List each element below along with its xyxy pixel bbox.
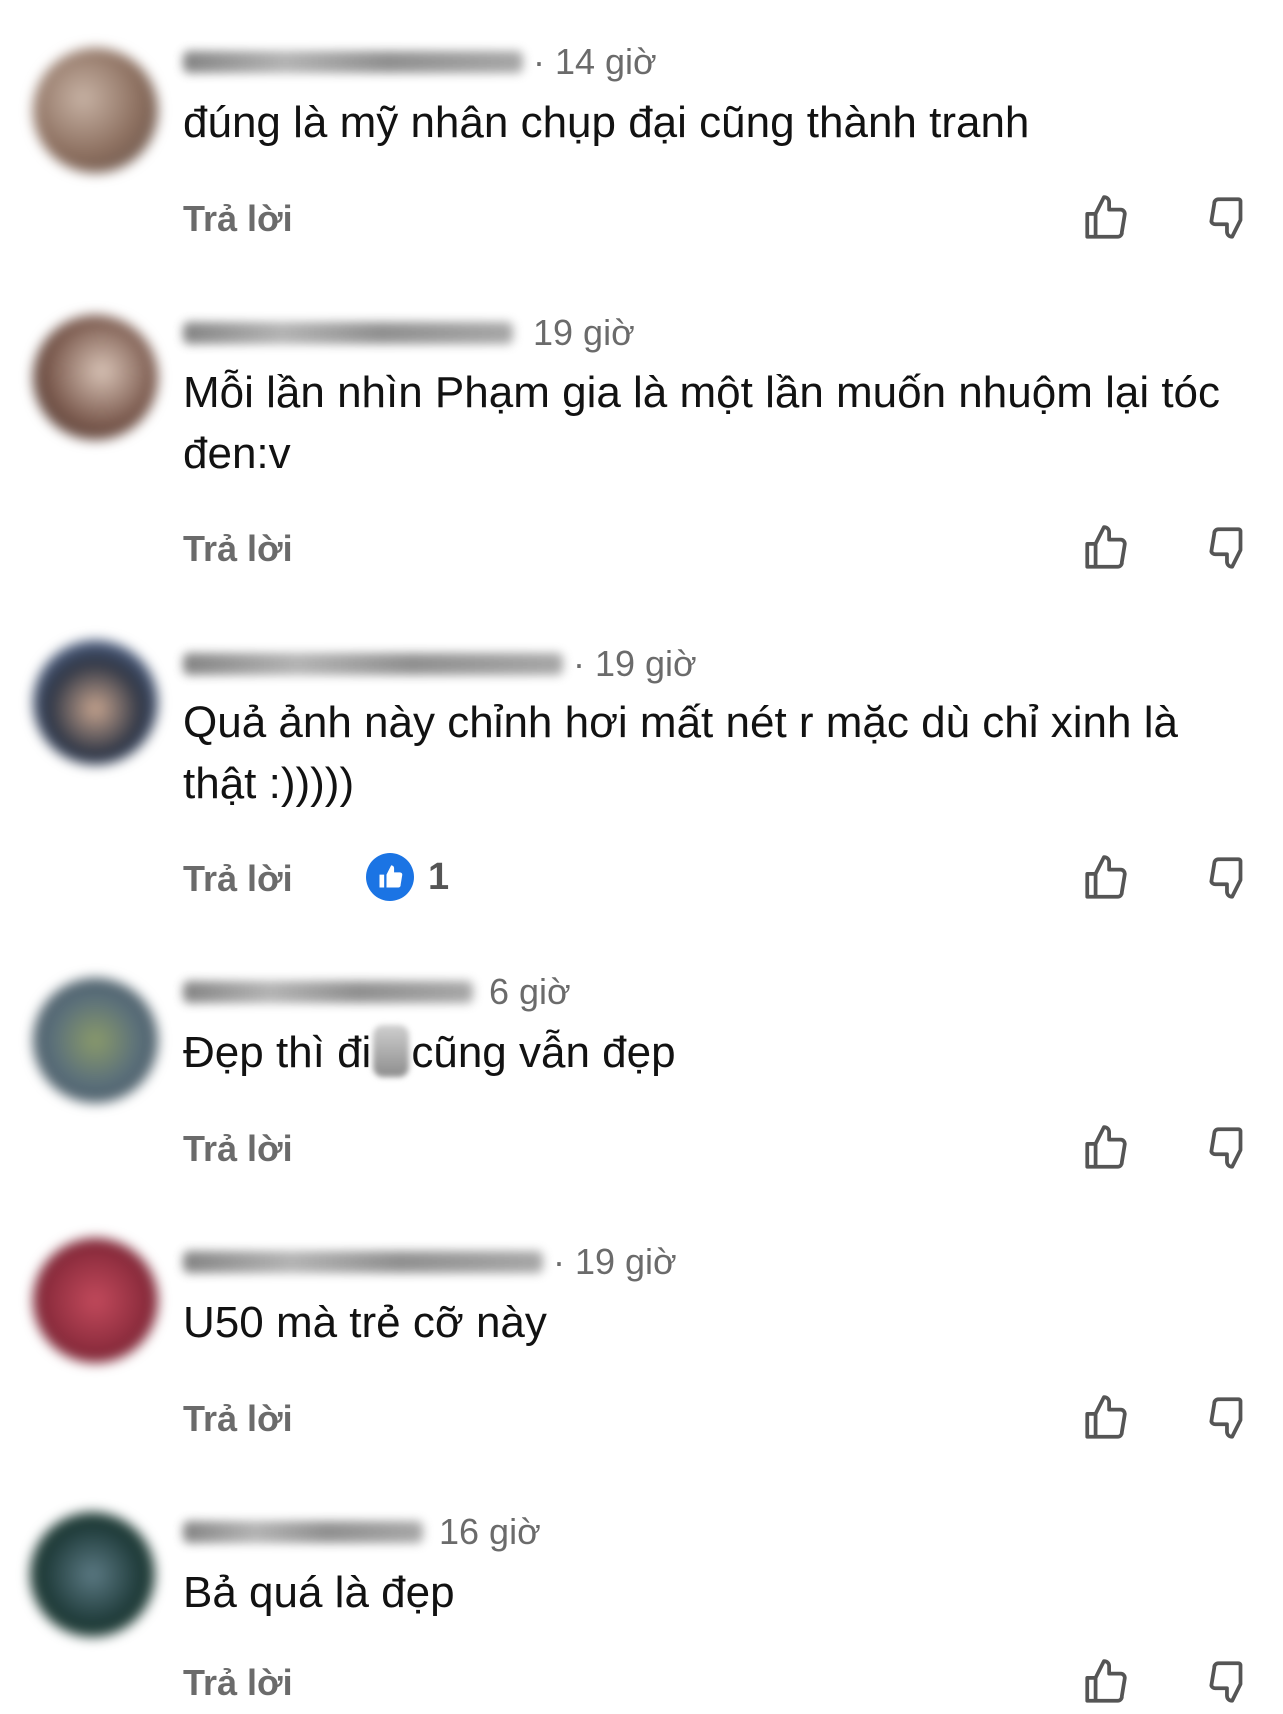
thumbs-down-icon[interactable] [1200, 520, 1256, 576]
like-reaction-icon [366, 853, 414, 901]
thumbs-down-icon[interactable] [1200, 850, 1256, 906]
comment-text: đúng là mỹ nhân chụp đại cũng thành tran… [183, 98, 1030, 147]
reply-button[interactable]: Trả lời [183, 528, 293, 570]
thumbs-up-icon[interactable] [1078, 1390, 1134, 1446]
comment-time: 19 giờ [533, 312, 635, 353]
avatar[interactable] [33, 315, 158, 440]
commenter-name-blurred[interactable] [183, 1251, 543, 1273]
commenter-name-blurred[interactable] [183, 322, 513, 344]
comment-text: U50 mà trẻ cỡ này [183, 1298, 547, 1347]
avatar[interactable] [33, 640, 158, 765]
reaction-count[interactable]: 1 [366, 853, 449, 901]
reply-button[interactable]: Trả lời [183, 858, 293, 900]
emoji-blurred-icon [373, 1025, 410, 1077]
comment-time: 16 giờ [439, 1511, 541, 1552]
avatar[interactable] [33, 978, 158, 1103]
comment-text: Mỗi lần nhìn Phạm gia là một lần muốn nh… [183, 368, 1221, 478]
thumbs-up-icon[interactable] [1078, 1120, 1134, 1176]
reply-button[interactable]: Trả lời [183, 1662, 293, 1704]
comment-text: Quả ảnh này chỉnh hơi mất nét r mặc dù c… [183, 698, 1178, 808]
avatar[interactable] [33, 48, 158, 173]
thumbs-up-icon[interactable] [1078, 1654, 1134, 1710]
thumbs-up-icon[interactable] [1078, 190, 1134, 246]
commenter-name-blurred[interactable] [183, 1521, 423, 1543]
thumbs-down-icon[interactable] [1200, 1120, 1256, 1176]
avatar[interactable] [33, 1238, 158, 1363]
reply-button[interactable]: Trả lời [183, 1128, 293, 1170]
thumbs-up-icon[interactable] [1078, 520, 1134, 576]
reply-button[interactable]: Trả lời [183, 1398, 293, 1440]
comment-text-part: cũng vẫn đẹp [411, 1028, 676, 1077]
commenter-name-blurred[interactable] [183, 981, 473, 1003]
commenter-name-blurred[interactable] [183, 653, 563, 675]
thumbs-down-icon[interactable] [1200, 1390, 1256, 1446]
thumbs-down-icon[interactable] [1200, 1654, 1256, 1710]
comment-time: · 14 giờ [533, 41, 657, 82]
comment-time: · 19 giờ [573, 643, 697, 684]
comment-text: Đẹp thì đi cũng vẫn đẹp [183, 1022, 1243, 1083]
reply-button[interactable]: Trả lời [183, 198, 293, 240]
comment-text: Bả quá là đẹp [183, 1568, 455, 1617]
comment-time: · 19 giờ [553, 1241, 677, 1282]
avatar[interactable] [30, 1512, 155, 1637]
thumbs-up-icon[interactable] [1078, 850, 1134, 906]
comment-time: 6 giờ [489, 971, 571, 1012]
comment-text-part: Đẹp thì đi [183, 1028, 372, 1077]
thumbs-down-icon[interactable] [1200, 190, 1256, 246]
like-count: 1 [428, 855, 450, 898]
commenter-name-blurred[interactable] [183, 51, 523, 73]
